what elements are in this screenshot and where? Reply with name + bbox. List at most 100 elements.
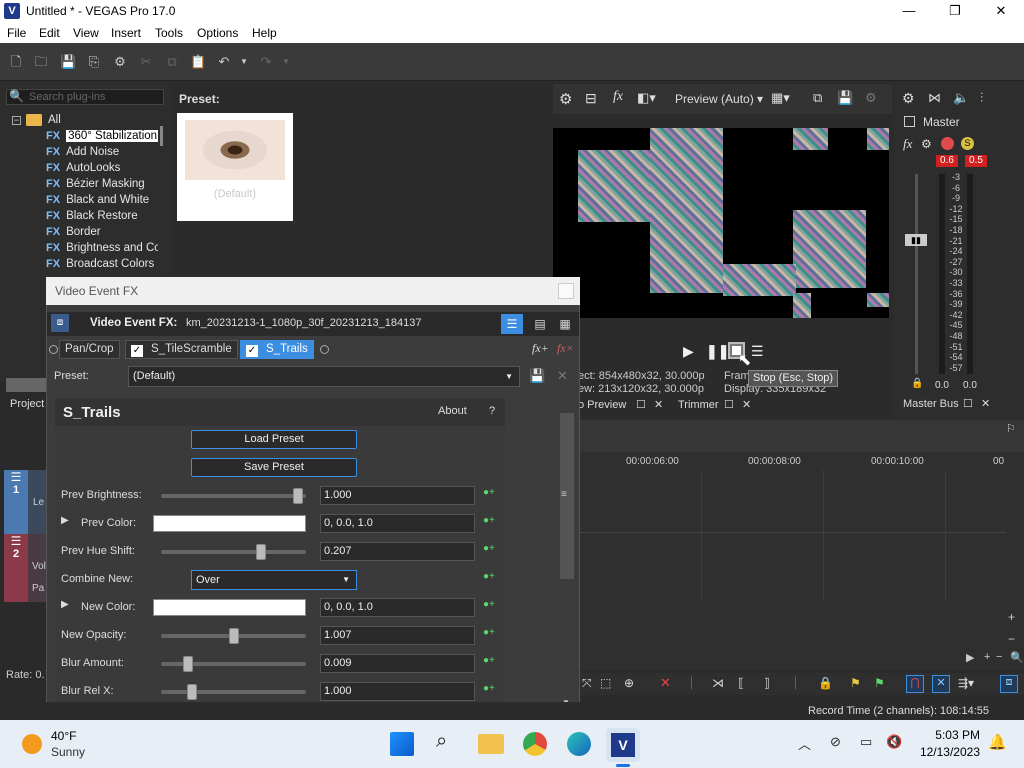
close-tab-icon[interactable]: ✕ [654, 398, 663, 411]
weather-desc[interactable]: Sunny [51, 745, 85, 759]
master-settings-gear-icon[interactable]: ⚙ [902, 90, 915, 107]
notification-bell-icon[interactable]: 🔔 [988, 733, 1007, 751]
combine-new-dropdown[interactable]: Over ▼ [191, 570, 357, 590]
menu-help[interactable]: Help [252, 26, 277, 40]
region-icon[interactable]: ⚑ [874, 676, 885, 690]
redo-dropdown-icon[interactable]: ▼ [278, 54, 294, 70]
keyframe-reset-icon[interactable]: ●+ [483, 515, 497, 529]
trim-tool-icon[interactable]: ⏐ [792, 676, 799, 691]
keyframe-reset-icon[interactable]: ●+ [483, 543, 497, 557]
close-tab-icon[interactable]: ✕ [742, 398, 751, 411]
save-preset-icon[interactable]: 💾 [529, 368, 545, 384]
tab-project[interactable]: Project [10, 398, 44, 410]
maximize-button[interactable]: ❐ [932, 0, 978, 23]
list-view-icon[interactable]: ☰ [501, 314, 523, 334]
blur-rel-x-value[interactable]: 1.000 [320, 682, 475, 701]
keyframe-reset-icon[interactable]: ●+ [483, 487, 497, 501]
mixer-icon[interactable]: ⫶ [980, 90, 983, 106]
blur-rel-x-slider[interactable] [161, 684, 306, 700]
tab-video-preview[interactable]: o Preview [578, 399, 626, 411]
tree-root-all[interactable]: All [48, 114, 61, 126]
preset-dropdown[interactable]: (Default) ▼ [128, 366, 520, 387]
tree-collapse-icon[interactable]: − [12, 116, 21, 125]
tray-display-icon[interactable]: ▭ [860, 734, 872, 750]
prev-hue-shift-slider[interactable] [161, 544, 306, 560]
h-zoom-out-icon[interactable]: − [996, 651, 1002, 663]
prev-brightness-value[interactable]: 1.000 [320, 486, 475, 505]
open-folder-icon[interactable]: 🗀 [33, 54, 49, 70]
edge-icon[interactable] [567, 732, 591, 756]
weather-temp[interactable]: 40°F [51, 729, 76, 743]
chain-pan-crop[interactable]: Pan/Crop [59, 340, 120, 359]
scroll-right-icon[interactable]: ▶ [966, 651, 974, 664]
undock-icon[interactable]: ☐ [636, 398, 646, 411]
properties-gear-icon[interactable]: ⚙ [112, 54, 128, 70]
envelope-tool-icon[interactable]: ⤧ [582, 676, 592, 691]
marker-icon[interactable]: ⚐ [1006, 422, 1016, 435]
zoom-in-icon[interactable]: + [1008, 610, 1015, 624]
remove-fx-icon[interactable]: fx× [557, 341, 574, 356]
pause-icon[interactable]: ❚❚ [706, 343, 729, 360]
menu-options[interactable]: Options [197, 26, 238, 40]
audio-fx-icon[interactable]: fx [903, 136, 912, 152]
vegas-taskbar-item[interactable]: V [606, 728, 640, 762]
preview-settings-gear-icon[interactable]: ⚙ [559, 90, 572, 108]
zoom-out-icon[interactable]: − [1008, 632, 1015, 646]
about-link[interactable]: About [438, 405, 467, 417]
save-preset-button[interactable]: Save Preset [191, 458, 357, 477]
detail-view-icon[interactable]: ▤ [529, 314, 551, 334]
expand-arrow-icon[interactable]: ▶ [61, 515, 69, 526]
tab-master-bus[interactable]: Master Bus [903, 398, 959, 410]
checkbox-icon[interactable]: ✓ [246, 345, 258, 357]
new-opacity-value[interactable]: 1.007 [320, 626, 475, 645]
load-preset-button[interactable]: Load Preset [191, 430, 357, 449]
slider-knob[interactable] [255, 544, 266, 560]
auto-crossfade-icon[interactable]: ✕ [932, 675, 950, 693]
undo-icon[interactable]: ↶ [216, 54, 232, 70]
close-button[interactable]: ✕ [978, 0, 1024, 23]
transport-menu-icon[interactable]: ☰ [751, 343, 764, 360]
clock-date[interactable]: 12/13/2023 [910, 745, 980, 759]
new-color-value[interactable]: 0, 0.0, 1.0 [320, 598, 475, 617]
keyframe-reset-icon[interactable]: ●+ [483, 599, 497, 613]
slider-knob[interactable] [293, 488, 304, 504]
track-menu-icon[interactable]: ☰ [4, 534, 28, 548]
blur-amount-slider[interactable] [161, 656, 306, 672]
copy-icon[interactable]: ⧉ [164, 54, 180, 70]
save-icon[interactable]: 💾 [60, 54, 76, 70]
keyframe-reset-icon[interactable]: ●+ [483, 655, 497, 669]
lock-envelopes-icon[interactable]: ⧈ [1000, 675, 1018, 693]
dialog-title-bar[interactable]: Video Event FX [46, 277, 580, 305]
timeline-tracks[interactable] [580, 470, 1006, 600]
h-zoom-in-icon[interactable]: + [984, 651, 990, 663]
chain-s-trails[interactable]: ✓ S_Trails [240, 340, 314, 359]
clock-time[interactable]: 5:03 PM [918, 728, 980, 742]
tray-volume-icon[interactable]: 🔇 [886, 734, 902, 750]
menu-insert[interactable]: Insert [111, 26, 141, 40]
new-file-icon[interactable]: 🗋 [8, 54, 24, 70]
search-input[interactable]: 🔍 Search plug-ins [6, 89, 164, 105]
prev-color-value[interactable]: 0, 0.0, 1.0 [320, 514, 475, 533]
zoom-tool-icon[interactable]: 🔍 [1010, 651, 1024, 664]
master-checkbox[interactable] [904, 116, 915, 127]
paste-icon[interactable]: 📋 [190, 54, 206, 70]
selection-tool-icon[interactable]: ⬚ [600, 676, 611, 690]
slider-knob[interactable] [228, 628, 239, 644]
record-arm-icon[interactable] [941, 137, 954, 150]
blur-amount-value[interactable]: 0.009 [320, 654, 475, 673]
track-1-header[interactable]: ☰ 1 [4, 470, 28, 534]
plugin-item[interactable]: FX Black and White [46, 194, 158, 210]
new-opacity-slider[interactable] [161, 628, 306, 644]
downmix-icon[interactable]: ⋈ [928, 90, 941, 106]
plugin-item[interactable]: FX 360° Stabilization [46, 130, 158, 146]
delete-icon[interactable]: ✕ [660, 675, 671, 691]
automation-icon[interactable]: ⚙ [921, 137, 932, 151]
plugin-item[interactable]: FX Brightness and Co [46, 242, 158, 258]
tray-network-icon[interactable]: ⊘ [830, 734, 841, 750]
file-explorer-icon[interactable] [478, 734, 504, 754]
chain-s-tilescramble[interactable]: ✓ S_TileScramble [125, 340, 238, 359]
close-tab-icon[interactable]: ✕ [981, 397, 990, 410]
menu-edit[interactable]: Edit [39, 26, 60, 40]
slider-knob[interactable] [186, 684, 197, 700]
dialog-close-button[interactable] [558, 283, 574, 299]
